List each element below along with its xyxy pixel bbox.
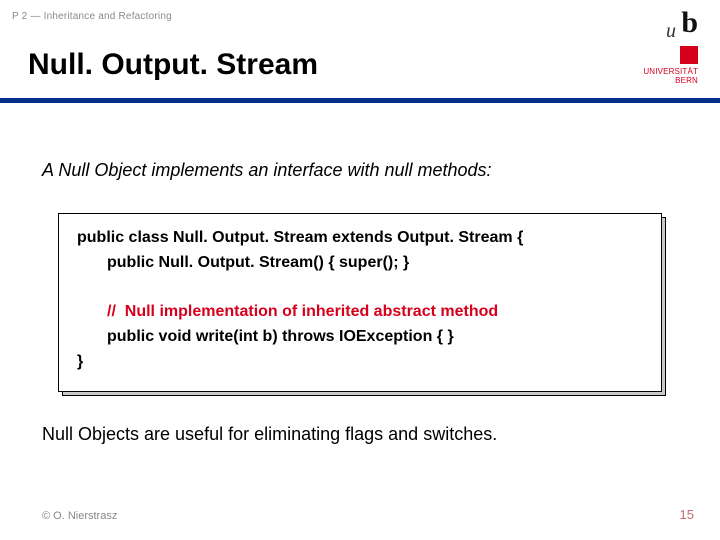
code-line: public void write(int b) throws IOExcept… [77,325,643,350]
code-box: public class Null. Output. Stream extend… [58,213,662,392]
logo-letter-b: b [681,6,698,40]
logo-square-icon [680,46,698,64]
intro-text: A Null Object implements an interface wi… [42,160,678,181]
logo-text: UNIVERSITÄT BERN [643,68,698,86]
code-line: public Null. Output. Stream() { super();… [77,251,643,276]
title-block: Null. Output. Stream [28,48,318,82]
code-indent: public void write(int b) throws IOExcept… [77,325,454,350]
copyright: © O. Nierstrasz [42,510,117,522]
code-line: public class Null. Output. Stream extend… [77,226,643,251]
body: A Null Object implements an interface wi… [42,160,678,445]
page-number: 15 [680,507,694,522]
code-line: // Null implementation of inherited abst… [77,300,643,325]
code-blank-line [77,276,643,301]
page-title: Null. Output. Stream [28,48,318,82]
code-comment: // Null implementation of inherited abst… [77,300,498,325]
slide: P 2 — Inheritance and Refactoring u b UN… [0,0,720,540]
breadcrumb: P 2 — Inheritance and Refactoring [12,11,172,22]
logo-letter-u: u [666,20,676,43]
code-content: public class Null. Output. Stream extend… [58,213,662,392]
conclusion-text: Null Objects are useful for eliminating … [42,424,678,445]
code-line: } [77,350,643,375]
code-indent: public Null. Output. Stream() { super();… [77,251,409,276]
title-rule [0,98,720,103]
logo-text-line2: BERN [643,77,698,86]
